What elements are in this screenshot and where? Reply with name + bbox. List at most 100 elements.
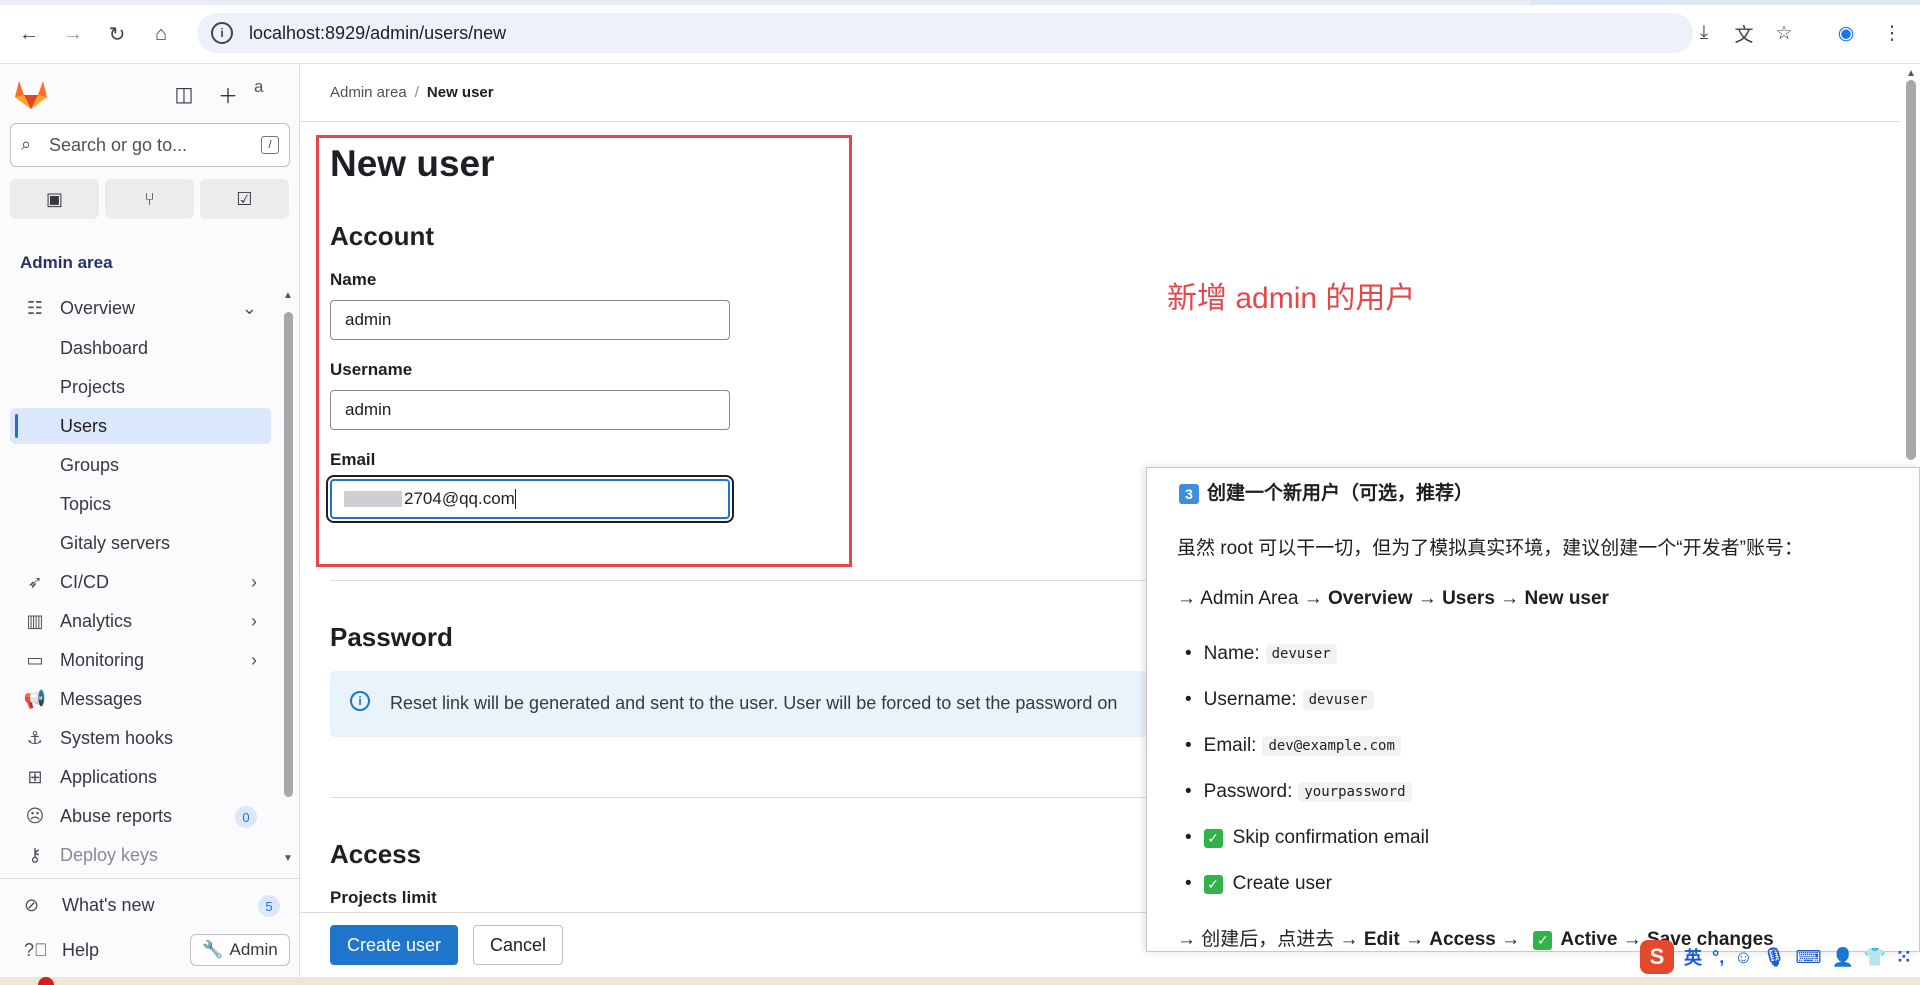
scrollbar-thumb[interactable]: [1906, 80, 1916, 460]
item-code: devuser: [1302, 690, 1374, 710]
sidebar-toggle-icon[interactable]: ◫: [170, 80, 198, 108]
back-icon[interactable]: ←: [14, 19, 44, 49]
sidebar-item-topics[interactable]: Topics: [10, 486, 271, 522]
scroll-up-icon[interactable]: ▲: [1906, 68, 1916, 79]
item-label: Email:: [1203, 735, 1257, 756]
section-divider: [330, 580, 1150, 581]
sidebar-section-title: Admin area: [20, 253, 113, 272]
sidebar-item-projects[interactable]: Projects: [10, 369, 271, 405]
ime-language[interactable]: 英: [1684, 944, 1702, 970]
path-arrow: →: [1494, 588, 1525, 609]
issues-button[interactable]: ▣: [10, 179, 99, 219]
avatar-alt-text: a: [254, 77, 264, 96]
sidebar-item-abuse-reports[interactable]: ☹ Abuse reports 0: [10, 798, 271, 834]
chart-icon: ▥: [26, 610, 44, 631]
url-text: localhost:8929/admin/users/new: [249, 22, 507, 43]
avatar[interactable]: a: [254, 77, 286, 109]
site-info-icon[interactable]: i: [211, 22, 233, 44]
tab-active-indicator[interactable]: [1530, 0, 1920, 5]
sidebar-item-cicd[interactable]: ➶ CI/CD ›: [10, 564, 271, 600]
grid-menu-icon[interactable]: ⁙: [1896, 947, 1911, 968]
user-icon[interactable]: 👤: [1831, 947, 1853, 968]
item-code: devuser: [1265, 644, 1337, 664]
forward-icon[interactable]: →: [58, 19, 88, 49]
sidebar-item-monitoring[interactable]: ▭ Monitoring ›: [10, 642, 271, 678]
email-field[interactable]: 2704@qq.com: [330, 479, 730, 519]
sidebar-item-gitaly-servers[interactable]: Gitaly servers: [10, 525, 271, 561]
breadcrumb-separator: /: [414, 84, 419, 101]
address-bar[interactable]: i localhost:8929/admin/users/new: [197, 13, 1693, 53]
section-divider: [330, 797, 1150, 798]
path-arrow: →: [1412, 588, 1443, 609]
sidebar-item-groups[interactable]: Groups: [10, 447, 271, 483]
sidebar-item-users[interactable]: Users: [10, 408, 271, 444]
item-label: Password:: [1203, 781, 1293, 802]
compass-icon: ⊘: [24, 894, 40, 915]
breadcrumb-current: New user: [426, 84, 494, 101]
scroll-up-icon[interactable]: ▲: [283, 290, 293, 301]
skin-icon[interactable]: 👕: [1864, 947, 1886, 968]
whats-new-label: What's new: [62, 894, 155, 915]
cancel-button[interactable]: Cancel: [473, 925, 563, 965]
sogou-logo-icon[interactable]: S: [1640, 940, 1674, 974]
scroll-down-icon[interactable]: ▼: [283, 853, 293, 864]
menu-icon[interactable]: ⋮: [1878, 19, 1906, 47]
sidebar-item-label: Monitoring: [60, 649, 145, 670]
admin-label: Admin: [229, 940, 278, 959]
browser-toolbar: ← → ↻ ⌂ i localhost:8929/admin/users/new…: [0, 0, 1920, 64]
sidebar-item-dashboard[interactable]: Dashboard: [10, 330, 271, 366]
password-heading: Password: [330, 622, 453, 652]
key-icon: ⚷: [28, 844, 42, 865]
sidebar-scrollbar[interactable]: ▲ ▼: [282, 290, 293, 870]
path-new-user: New user: [1524, 588, 1609, 609]
sidebar-item-label: Applications: [60, 766, 158, 787]
home-icon[interactable]: ⌂: [146, 19, 176, 49]
bookmark-star-icon[interactable]: ☆: [1770, 19, 1798, 47]
sidebar-item-applications[interactable]: ⊞ Applications: [10, 759, 271, 795]
breadcrumb-parent[interactable]: Admin area: [330, 84, 407, 101]
chevron-right-icon: ›: [251, 610, 257, 631]
doc-heading: 3 创建一个新用户（可选，推荐）: [1179, 478, 1473, 505]
plus-icon[interactable]: ＋: [214, 80, 242, 108]
admin-button[interactable]: 🔧 Admin: [190, 934, 290, 966]
translate-icon[interactable]: 文: [1730, 19, 1758, 47]
sidebar-item-label: Abuse reports: [60, 805, 173, 826]
sidebar: ◫ ＋ a ⌕ Search or go to... / ▣ ⑂ ☑ Admin…: [0, 65, 300, 985]
rocket-icon: ➶: [27, 571, 43, 592]
alert-text: Reset link will be generated and sent to…: [390, 693, 1118, 713]
applications-icon: ⊞: [27, 766, 43, 787]
taskbar-app-icon[interactable]: [38, 977, 54, 985]
sidebar-item-label: Groups: [60, 454, 120, 475]
after-arrow: →: [1399, 929, 1430, 950]
name-field[interactable]: [330, 300, 730, 340]
sidebar-item-system-hooks[interactable]: ⚓ System hooks: [10, 720, 271, 756]
sidebar-item-analytics[interactable]: ▥ Analytics ›: [10, 603, 271, 639]
merge-request-icon: ⑂: [144, 188, 155, 209]
item-label: Name:: [1203, 643, 1260, 664]
gitlab-logo[interactable]: [14, 78, 48, 110]
punctuation-icon[interactable]: °,: [1712, 947, 1724, 968]
sidebar-item-overview[interactable]: ☷ Overview ⌄: [10, 290, 271, 326]
help-button[interactable]: ?⃝ Help: [10, 932, 160, 968]
install-icon[interactable]: ⤓: [1690, 19, 1718, 47]
header-divider: [300, 121, 1900, 122]
help-label: Help: [62, 939, 100, 960]
after-arrow: →: [1495, 929, 1526, 950]
sidebar-item-deploy-keys[interactable]: ⚷ Deploy keys: [10, 837, 271, 873]
scrollbar-thumb[interactable]: [284, 312, 293, 797]
merge-requests-button[interactable]: ⑂: [105, 179, 194, 219]
profile-icon[interactable]: ◉: [1832, 19, 1860, 47]
create-user-button[interactable]: Create user: [330, 925, 458, 965]
doc-heading-text: 创建一个新用户（可选，推荐）: [1207, 483, 1474, 504]
list-item: ✓ Create user: [1185, 873, 1332, 895]
microphone-icon[interactable]: 🎙: [1763, 947, 1786, 968]
search-input[interactable]: ⌕ Search or go to... /: [10, 123, 290, 167]
todo-button[interactable]: ☑: [200, 179, 289, 219]
keyboard-icon[interactable]: ⌨: [1795, 947, 1821, 968]
reload-icon[interactable]: ↻: [102, 19, 132, 49]
access-heading: Access: [330, 839, 422, 869]
whats-new-button[interactable]: ⊘ What's new 5: [10, 887, 290, 923]
emoji-icon[interactable]: ☺: [1734, 947, 1752, 968]
username-field[interactable]: [330, 390, 730, 430]
sidebar-item-messages[interactable]: 📢 Messages: [10, 681, 271, 717]
